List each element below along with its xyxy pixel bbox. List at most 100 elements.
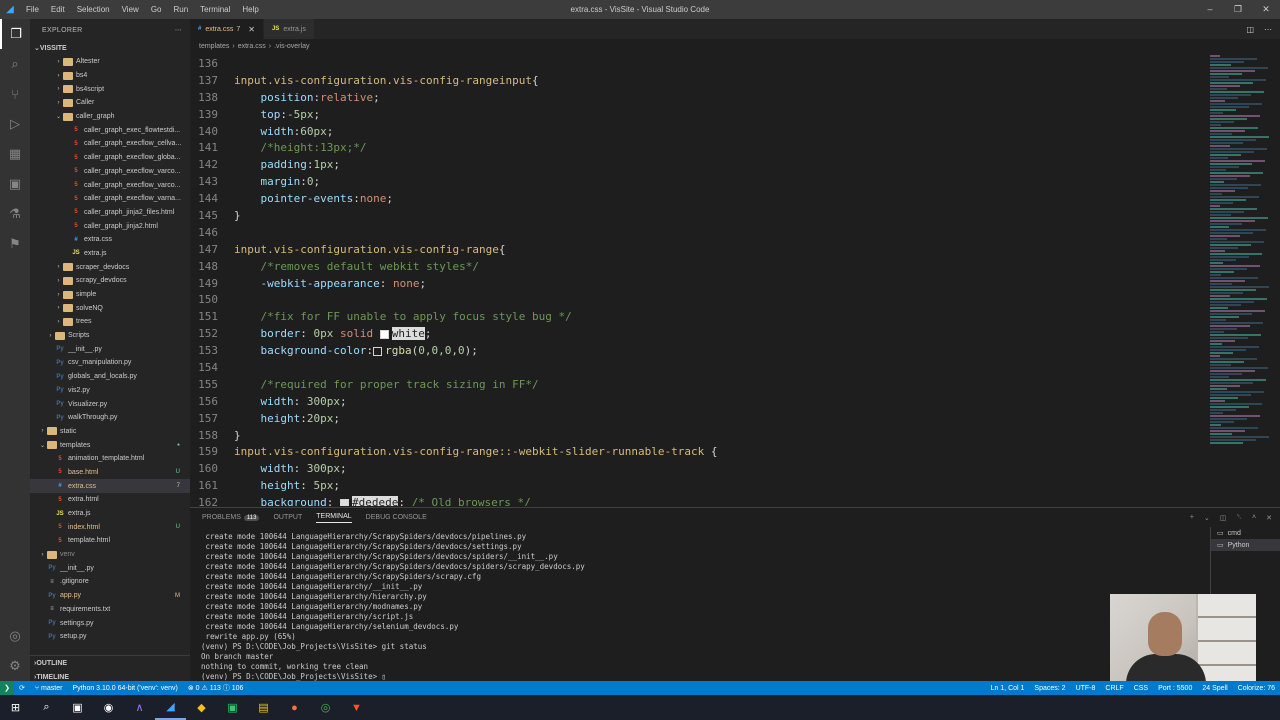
file-item[interactable]: 5 extra.html <box>30 493 190 507</box>
chevron-down-icon[interactable]: ⌄ <box>1204 514 1210 522</box>
file-item[interactable]: Py app.py M <box>30 589 190 603</box>
tab-terminal[interactable]: TERMINAL <box>316 513 352 523</box>
split-terminal-icon[interactable]: ◫ <box>1220 514 1227 522</box>
remote-icon[interactable]: ❯ <box>0 681 14 695</box>
file-item[interactable]: 5 animation_template.html <box>30 452 190 466</box>
file-item[interactable]: JS extra.js <box>30 247 190 261</box>
status-item[interactable]: UTF-8 <box>1071 685 1101 692</box>
breadcrumb-item[interactable]: extra.css <box>238 43 266 50</box>
folder-item[interactable]: › Caller <box>30 96 190 110</box>
more-actions-icon[interactable]: ⋯ <box>1264 25 1272 34</box>
chrome-icon[interactable]: ◎ <box>310 695 341 720</box>
file-item[interactable]: Py csv_manipulation.py <box>30 356 190 370</box>
tab-extra-css[interactable]: # extra.css 7 ✕ <box>190 19 264 39</box>
folder-item[interactable]: › scrapy_devdocs <box>30 274 190 288</box>
vscode-taskbar-icon[interactable]: ◢ <box>155 695 186 720</box>
sync-icon[interactable]: ⟳ <box>14 684 30 692</box>
file-item[interactable]: 5 caller_graph_execflow_varna... <box>30 192 190 206</box>
file-item[interactable]: 5 caller_graph_execflow_globa... <box>30 151 190 165</box>
status-branch[interactable]: ⑂ master <box>30 685 68 692</box>
workspace-root[interactable]: ⌄ VISSITE <box>30 41 190 55</box>
close-panel-icon[interactable]: ✕ <box>1266 514 1272 522</box>
explorer-icon[interactable]: ❐ <box>0 19 30 49</box>
status-problems[interactable]: ⊗ 0 ⚠ 113 ⓘ 106 <box>183 683 249 693</box>
visual-studio-icon[interactable]: ∧ <box>124 695 155 720</box>
folder-item[interactable]: › bs4 <box>30 69 190 83</box>
file-item[interactable]: Py setup.py <box>30 630 190 644</box>
new-terminal-icon[interactable]: + <box>1190 514 1194 522</box>
maximize-panel-icon[interactable]: ˄ <box>1252 514 1256 522</box>
menu-item-terminal[interactable]: Terminal <box>194 0 236 19</box>
run-debug-icon[interactable]: ▷ <box>0 109 30 139</box>
folder-item[interactable]: › venv <box>30 548 190 562</box>
terminal-output[interactable]: create mode 100644 LanguageHierarchy/Scr… <box>201 532 1101 682</box>
accounts-icon[interactable]: ◎ <box>0 621 30 651</box>
file-item[interactable]: 5 caller_graph_jinja2.html <box>30 219 190 233</box>
file-item[interactable]: ≡ .gitignore <box>30 575 190 589</box>
folder-item[interactable]: › scraper_devdocs <box>30 260 190 274</box>
file-item[interactable]: # extra.css 7 <box>30 479 190 493</box>
folder-item[interactable]: › simple <box>30 288 190 302</box>
bookmarks-icon[interactable]: ⚑ <box>0 229 30 259</box>
editor-scrollbar[interactable] <box>1272 55 1280 506</box>
file-item[interactable]: Py globals_and_locals.py <box>30 370 190 384</box>
maximize-icon[interactable]: ❐ <box>1224 0 1252 19</box>
minimap[interactable] <box>1210 55 1272 506</box>
file-item[interactable]: 5 base.html U <box>30 466 190 480</box>
remote-explorer-icon[interactable]: ▣ <box>0 169 30 199</box>
file-item[interactable]: Py Visualizer.py <box>30 397 190 411</box>
menu-item-run[interactable]: Run <box>167 0 194 19</box>
file-explorer-icon[interactable]: ▤ <box>248 695 279 720</box>
task-view-icon[interactable]: ▣ <box>62 695 93 720</box>
close-tab-icon[interactable]: ✕ <box>248 25 255 34</box>
menu-item-edit[interactable]: Edit <box>45 0 71 19</box>
status-item[interactable]: Port : 5500 <box>1153 685 1197 692</box>
menu-item-go[interactable]: Go <box>145 0 168 19</box>
status-item[interactable]: 24 Spell <box>1197 685 1232 692</box>
file-item[interactable]: 5 caller_graph_execflow_cellva... <box>30 137 190 151</box>
folder-item[interactable]: › static <box>30 425 190 439</box>
file-item[interactable]: # extra.css <box>30 233 190 247</box>
timeline-section[interactable]: › TIMELINE <box>30 670 190 681</box>
color-swatch[interactable] <box>373 346 383 356</box>
status-python-interpreter[interactable]: Python 3.10.0 64-bit ('venv': venv) <box>67 685 182 692</box>
color-swatch[interactable] <box>379 329 389 339</box>
status-item[interactable]: Colorize: 76 <box>1233 685 1280 692</box>
folder-item[interactable]: › Scripts <box>30 329 190 343</box>
file-item[interactable]: Py __init__.py <box>30 561 190 575</box>
status-item[interactable]: Spaces: 2 <box>1029 685 1070 692</box>
tab-debug-console[interactable]: DEBUG CONSOLE <box>366 514 427 521</box>
status-item[interactable]: Ln 1, Col 1 <box>986 685 1030 692</box>
folder-item[interactable]: ⌄ caller_graph <box>30 110 190 124</box>
file-item[interactable]: 5 caller_graph_exec_flowtestdi... <box>30 123 190 137</box>
python-app-icon[interactable]: ◆ <box>186 695 217 720</box>
menu-item-file[interactable]: File <box>20 0 45 19</box>
brave-icon[interactable]: ▼ <box>341 695 372 720</box>
code-editor[interactable]: 136 137 input.vis-configuration.vis-config… <box>190 55 1210 506</box>
tab-extra-js[interactable]: JS extra.js <box>263 19 315 39</box>
minimize-icon[interactable]: – <box>1196 0 1224 19</box>
search-icon[interactable]: ⌕ <box>0 49 30 79</box>
file-item[interactable]: Py vis2.py <box>30 384 190 398</box>
menu-item-help[interactable]: Help <box>236 0 264 19</box>
app-icon[interactable]: ◉ <box>93 695 124 720</box>
menu-item-selection[interactable]: Selection <box>71 0 116 19</box>
status-item[interactable]: CRLF <box>1100 685 1128 692</box>
file-item[interactable]: 5 caller_graph_execflow_varco... <box>30 178 190 192</box>
close-icon[interactable]: ✕ <box>1252 0 1280 19</box>
folder-item[interactable]: › bs4script <box>30 82 190 96</box>
file-item[interactable]: Py settings.py <box>30 616 190 630</box>
source-control-icon[interactable]: ⑂ <box>0 79 30 109</box>
more-actions-icon[interactable]: ⋯ <box>175 26 182 34</box>
file-item[interactable]: ≡ requirements.txt <box>30 603 190 617</box>
breadcrumb-item[interactable]: .vis-overlay <box>274 43 309 50</box>
windows-start-icon[interactable]: ⊞ <box>0 695 31 720</box>
status-item[interactable]: CSS <box>1129 685 1153 692</box>
file-item[interactable]: Py __init__.py <box>30 342 190 356</box>
folder-item[interactable]: ⌄ templates ● <box>30 438 190 452</box>
tab-output[interactable]: OUTPUT <box>273 514 302 521</box>
split-editor-icon[interactable]: ◫ <box>1246 25 1254 34</box>
extensions-icon[interactable]: ▦ <box>0 139 30 169</box>
file-item[interactable]: 5 caller_graph_execflow_varco... <box>30 165 190 179</box>
file-item[interactable]: JS extra.js <box>30 507 190 521</box>
